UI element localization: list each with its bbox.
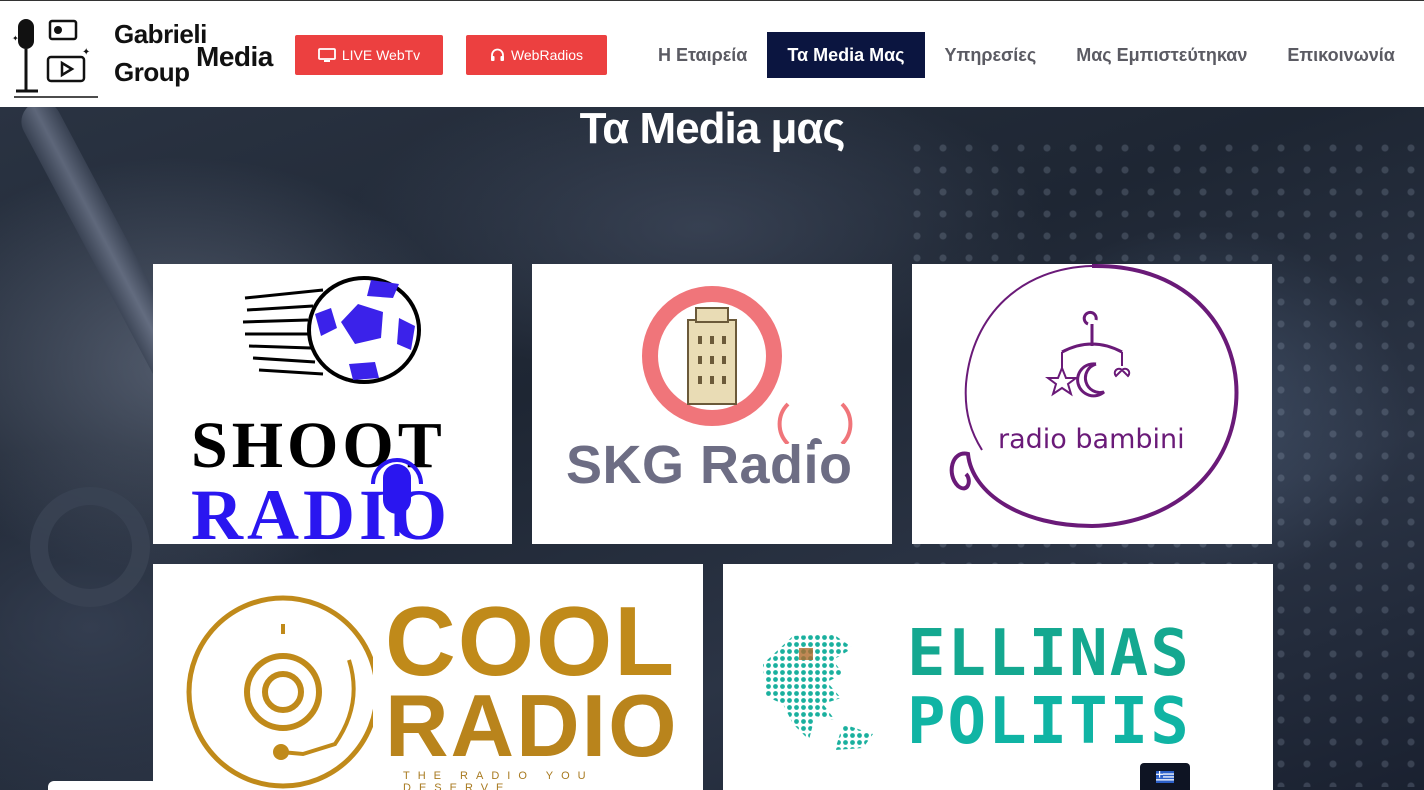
monitor-icon xyxy=(317,47,336,62)
nav-item-services[interactable]: Υπηρεσίες xyxy=(925,32,1057,78)
media-card-skg-radio[interactable]: SKG Radio xyxy=(532,264,892,544)
site-header: ✦ ✦ Gabrieli Group Media LIVE WebTv WebR… xyxy=(0,0,1424,107)
studio-logo-icon: ✦ ✦ xyxy=(12,19,98,98)
soccer-ball-icon xyxy=(242,276,421,384)
media-card-radio-bambini[interactable]: radio bambini xyxy=(912,263,1272,544)
media-card-ellinas-politis[interactable]: ELLINAS POLITIS xyxy=(723,564,1273,790)
webradios-button[interactable]: WebRadios xyxy=(466,35,607,75)
site-logo[interactable]: ✦ ✦ Gabrieli Group Media xyxy=(10,9,280,99)
nav-item-company[interactable]: Η Εταιρεία xyxy=(638,32,767,78)
cool-radio-line-2: RADIO xyxy=(385,676,679,775)
skg-radio-label: SKG Radio xyxy=(566,435,853,495)
mic-ring-decoration xyxy=(30,487,150,607)
nav-item-our-media[interactable]: Τα Media Μας xyxy=(767,32,925,78)
section-title: Τα Media μας xyxy=(579,104,846,153)
media-card-shoot-radio[interactable]: SHOOT RADIO xyxy=(153,264,512,544)
microphone-icon xyxy=(371,458,423,536)
language-switcher[interactable] xyxy=(1140,763,1190,790)
main-nav: Η Εταιρεία Τα Media Μας Υπηρεσίες Μας Εμ… xyxy=(638,32,1415,78)
baby-mobile-icon xyxy=(949,263,1239,529)
media-card-cool-radio[interactable]: COOL RADIO THE RADIO YOU DESERVE xyxy=(153,564,703,790)
webradios-label: WebRadios xyxy=(510,47,584,63)
nav-item-contact[interactable]: Επικοινωνία xyxy=(1267,32,1415,78)
greece-map-icon xyxy=(763,634,873,750)
ellinas-politis-line-2: POLITIS xyxy=(907,685,1191,759)
live-webtv-label: LIVE WebTv xyxy=(341,47,421,63)
brand-line-1: Gabrieli xyxy=(114,19,207,49)
cool-radio-tagline: THE RADIO YOU DESERVE xyxy=(403,770,594,790)
nav-item-clients[interactable]: Μας Εμπιστεύτηκαν xyxy=(1056,32,1267,78)
chat-widget-tab[interactable] xyxy=(48,781,158,790)
headphones-icon xyxy=(490,48,504,61)
ellinas-politis-line-1: ELLINAS xyxy=(907,617,1191,691)
live-webtv-button[interactable]: LIVE WebTv xyxy=(295,35,443,75)
brand-line-3: Media xyxy=(196,41,273,72)
turntable-icon xyxy=(186,595,373,789)
svg-text:✦: ✦ xyxy=(12,34,19,43)
greek-flag-icon xyxy=(1156,770,1174,783)
brand-line-2: Group xyxy=(114,57,190,87)
svg-text:✦: ✦ xyxy=(82,47,90,58)
white-tower-icon xyxy=(642,286,853,444)
radio-bambini-label: radio bambini xyxy=(998,424,1185,455)
